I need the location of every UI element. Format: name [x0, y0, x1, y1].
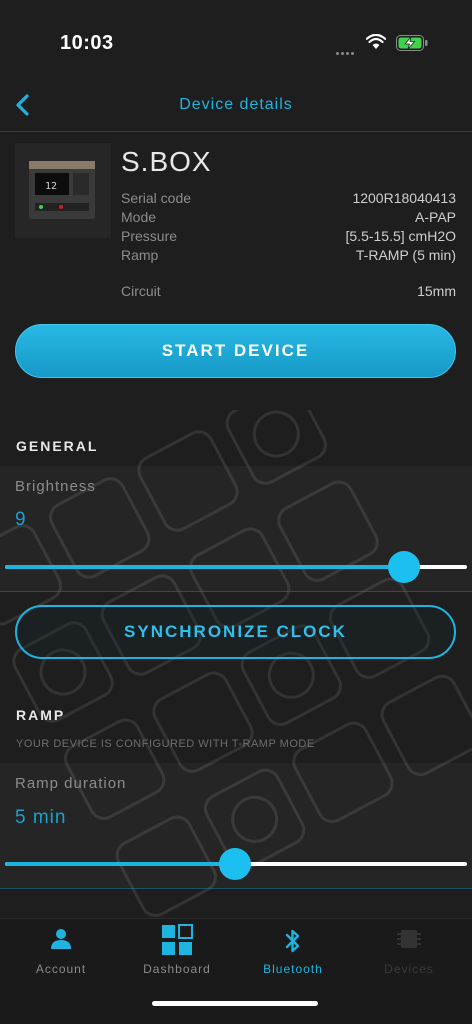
device-image: 12	[15, 143, 111, 238]
tab-bar: Account Dashboard Bluetooth Devices	[0, 918, 472, 1024]
tab-label: Bluetooth	[263, 962, 323, 976]
device-name: S.BOX	[121, 146, 212, 177]
tab-dashboard[interactable]: Dashboard	[118, 919, 236, 989]
wifi-icon	[366, 34, 386, 49]
divider	[0, 888, 472, 889]
synchronize-clock-button[interactable]: SYNCHRONIZE CLOCK	[15, 605, 456, 659]
tab-label: Account	[35, 962, 87, 976]
slider-fill	[5, 565, 404, 569]
divider	[0, 591, 472, 592]
slider-thumb[interactable]	[388, 551, 420, 583]
spec-value: A-PAP	[415, 209, 456, 225]
spec-key: Mode	[121, 209, 157, 225]
ramp-duration-value: 5 min	[15, 807, 67, 828]
screen: 10:03 Device details 12 S.BOX Serial cod…	[0, 0, 472, 1024]
person-icon	[51, 929, 71, 949]
brightness-label: Brightness	[15, 478, 96, 495]
start-device-button[interactable]: START DEVICE	[15, 324, 456, 378]
tab-label: Devices	[384, 962, 434, 976]
device-display-text: 12	[45, 181, 57, 192]
brightness-value: 9	[15, 509, 27, 530]
ramp-mode-note: YOUR DEVICE IS CONFIGURED WITH T-RAMP MO…	[16, 738, 315, 750]
device-icon	[397, 930, 421, 948]
ramp-duration-slider[interactable]	[5, 846, 467, 882]
page-title: Device details	[179, 96, 293, 113]
tab-bluetooth[interactable]: Bluetooth	[234, 919, 352, 989]
section-title-ramp: RAMP	[16, 707, 66, 723]
section-title-general: GENERAL	[16, 438, 99, 454]
spec-key: Ramp	[121, 247, 159, 263]
status-time: 10:03	[60, 32, 114, 54]
spec-key: Pressure	[121, 228, 178, 244]
spec-key: Serial code	[121, 190, 192, 206]
tab-label: Dashboard	[143, 962, 211, 976]
home-indicator[interactable]	[152, 1001, 318, 1006]
grid-icon	[162, 924, 193, 955]
spec-key: Circuit	[121, 283, 161, 299]
slider-thumb[interactable]	[219, 848, 251, 880]
nav-header: Device details	[0, 84, 472, 132]
spec-value: 15mm	[417, 283, 456, 299]
ramp-duration-label: Ramp duration	[15, 775, 127, 792]
spec-value: T-RAMP (5 min)	[355, 247, 456, 263]
battery-charging-icon	[396, 35, 428, 51]
slider-fill	[5, 862, 235, 866]
tab-account[interactable]: Account	[2, 919, 120, 989]
bluetooth-icon	[285, 929, 300, 953]
spec-value: [5.5-15.5] cmH2O	[345, 228, 457, 244]
status-bar: 10:03	[0, 0, 472, 80]
brightness-slider[interactable]	[5, 549, 467, 585]
signal-icon	[336, 42, 358, 55]
spec-value: 1200R18040413	[352, 190, 456, 206]
tab-devices[interactable]: Devices	[350, 919, 468, 989]
